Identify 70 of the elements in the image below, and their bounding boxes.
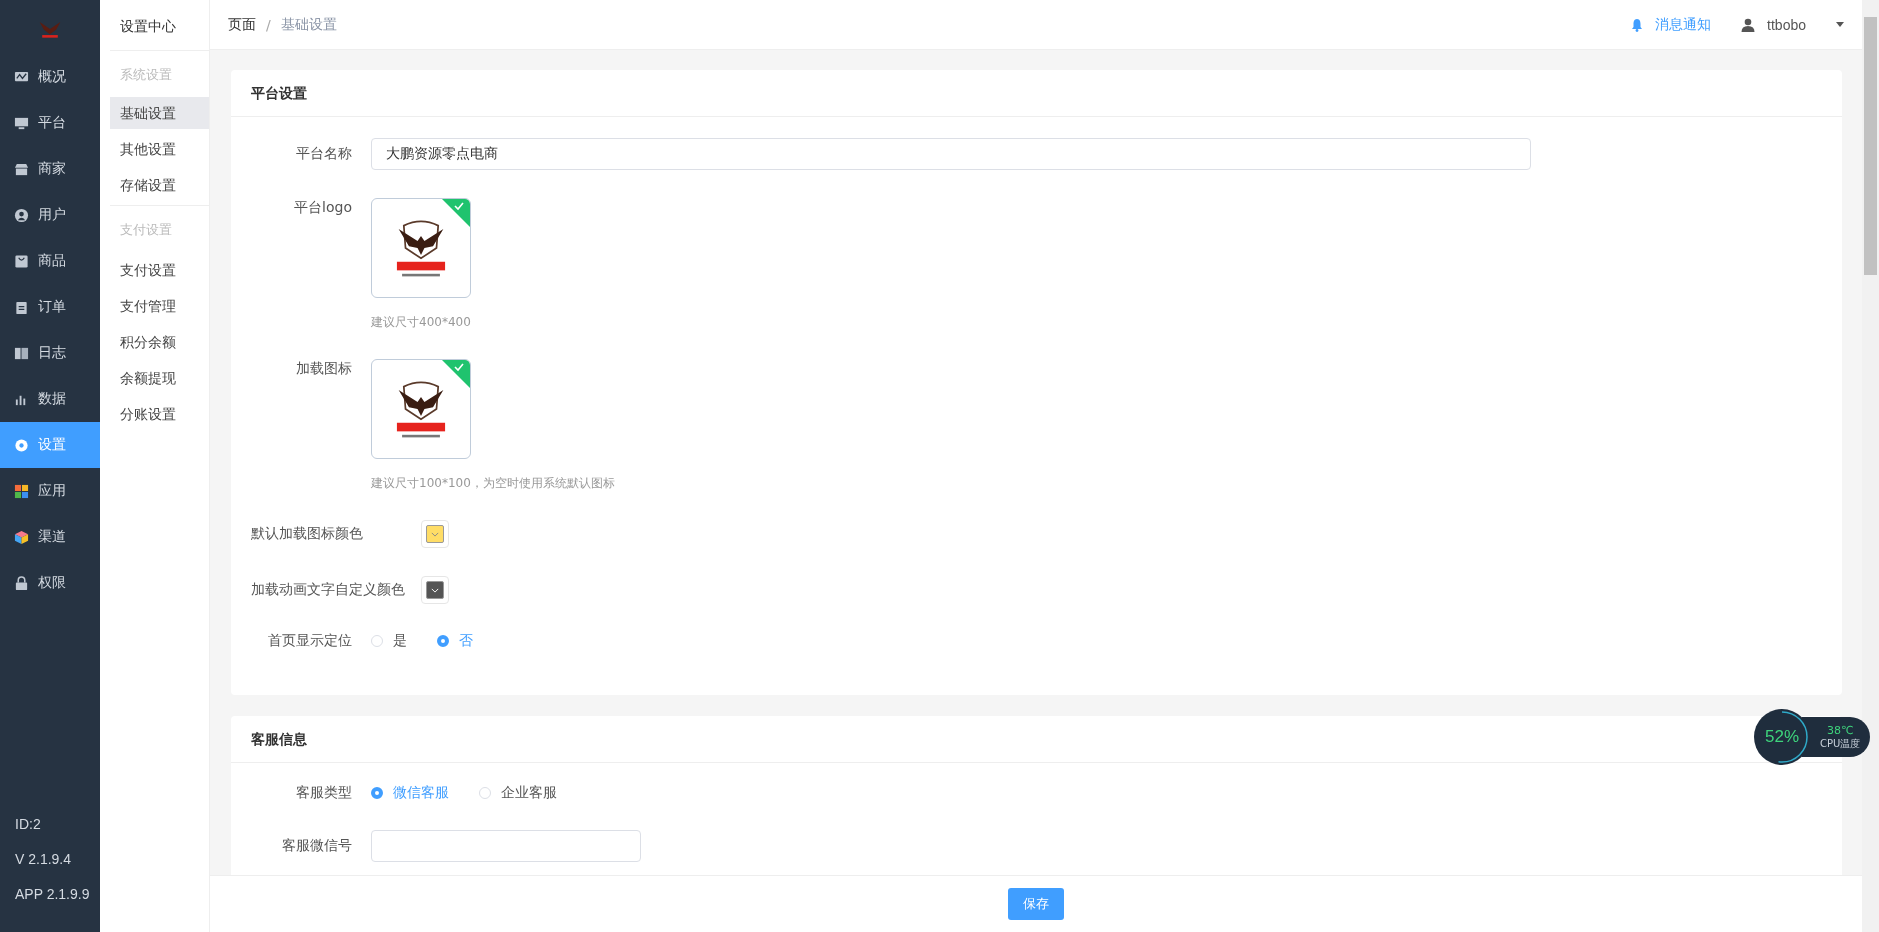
radio-button[interactable] — [437, 635, 449, 647]
color-picker[interactable] — [421, 576, 449, 604]
cpu-temperature: 38℃ — [1827, 723, 1854, 737]
radio-label: 否 — [459, 632, 473, 650]
sidebar-item[interactable]: 渠道 — [0, 514, 100, 560]
field-label: 客服微信号 — [281, 837, 352, 855]
subnav-item[interactable]: 存储设置 — [110, 169, 209, 201]
field-label: 加载图标 — [295, 359, 352, 378]
text-field[interactable]: 大鹏资源零点电商 — [371, 138, 1531, 170]
sidebar-item[interactable]: 日志 — [0, 330, 100, 376]
field-label: 客服类型 — [295, 784, 352, 802]
radio-option[interactable]: 是 — [371, 632, 407, 650]
bag-icon — [14, 253, 29, 269]
sidebar-item[interactable]: 数据 — [0, 376, 100, 422]
card-title: 平台设置 — [231, 70, 1842, 117]
field-label: 平台名称 — [295, 145, 352, 163]
radio-label: 是 — [393, 632, 407, 650]
subnav-item[interactable]: 分账设置 — [110, 396, 209, 432]
scrollbar[interactable] — [1862, 0, 1879, 932]
gear-icon — [14, 437, 29, 453]
store-icon — [14, 161, 29, 177]
version-text: V 2.1.9.4 — [15, 851, 73, 867]
breadcrumb-item[interactable]: 页面 — [228, 15, 256, 34]
sidebar-item[interactable]: 概况 — [0, 54, 100, 100]
sidebar-item[interactable]: 商品 — [0, 238, 100, 284]
sidebar-item[interactable]: 订单 — [0, 284, 100, 330]
text-field[interactable] — [371, 830, 641, 862]
sidebar-item[interactable]: 平台 — [0, 100, 100, 146]
version-text: APP 2.1.9.9 — [15, 886, 91, 902]
user-icon — [14, 207, 29, 223]
hint-text: 建议尺寸100*100，为空时使用系统默认图标 — [370, 475, 616, 492]
cpu-label: CPU温度 — [1820, 736, 1861, 751]
color-picker[interactable] — [421, 520, 449, 548]
clipboard-icon — [14, 299, 29, 315]
caret-icon — [1836, 22, 1844, 27]
field-label: 默认加载图标颜色 — [251, 525, 364, 543]
image-uploader[interactable] — [371, 198, 471, 298]
hint-text: 建议尺寸400*400 — [370, 314, 472, 331]
book-icon — [14, 345, 29, 361]
subnav-heading: 支付设置 — [119, 221, 173, 239]
subnav-item[interactable]: 余额提现 — [110, 360, 209, 396]
breadcrumb-item: 基础设置 — [280, 15, 337, 34]
subnav-item[interactable]: 积分余额 — [110, 324, 209, 360]
subnav-item[interactable]: 支付管理 — [110, 288, 209, 324]
field-label: 平台logo — [293, 198, 352, 217]
subnav-item[interactable]: 基础设置 — [110, 97, 209, 129]
user-menu[interactable]: ttbobo — [1741, 16, 1844, 33]
subnav-item[interactable]: 支付设置 — [110, 252, 209, 288]
image-uploader[interactable] — [371, 359, 471, 459]
subnav-item[interactable]: 其他设置 — [110, 133, 209, 165]
lock-icon — [14, 575, 29, 591]
breadcrumb-separator: / — [266, 16, 271, 33]
sidebar-item[interactable]: 商家 — [0, 146, 100, 192]
sidebar-item[interactable]: 权限 — [0, 560, 100, 606]
radio-label: 企业客服 — [501, 784, 557, 802]
monitor-icon — [14, 115, 29, 131]
user-icon — [1741, 17, 1756, 32]
subnav-heading: 系统设置 — [119, 66, 173, 84]
cube-icon — [14, 529, 29, 545]
field-label: 首页显示定位 — [267, 632, 352, 650]
radio-button[interactable] — [371, 787, 383, 799]
grid-icon — [14, 483, 29, 499]
cpu-usage: 52% — [1764, 726, 1800, 748]
subnav-title: 设置中心 — [110, 0, 209, 51]
sidebar-item[interactable]: 用户 — [0, 192, 100, 238]
radio-option[interactable]: 企业客服 — [479, 784, 557, 802]
version-text: ID:2 — [15, 816, 42, 832]
radio-label: 微信客服 — [393, 784, 449, 802]
sidebar-item[interactable]: 应用 — [0, 468, 100, 514]
bell-icon — [1631, 17, 1644, 32]
